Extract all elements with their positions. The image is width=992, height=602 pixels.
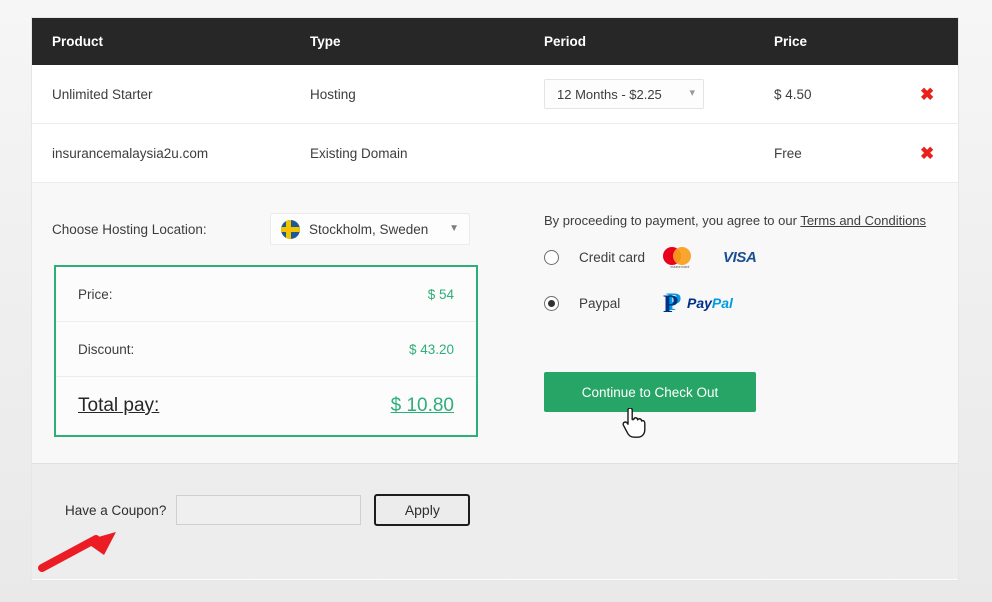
column-header-remove [904, 18, 958, 65]
column-header-type: Type [310, 18, 544, 65]
period-select-value: 12 Months - $2.25 [557, 86, 662, 102]
hosting-location-select[interactable]: Stockholm, Sweden ▼ [270, 213, 470, 245]
terms-and-conditions-link[interactable]: Terms and Conditions [800, 213, 926, 228]
payment-option-label: Credit card [579, 249, 646, 265]
order-summary-panel: Choose Hosting Location: Stockholm, Swed… [32, 183, 532, 437]
cart-table-body: Unlimited Starter Hosting 12 Months - $2… [32, 65, 958, 183]
hosting-location-label: Choose Hosting Location: [52, 221, 207, 237]
paypal-word-pal: Pal [711, 295, 733, 311]
chevron-down-icon: ▾ [689, 86, 695, 99]
cell-product: Unlimited Starter [32, 65, 310, 124]
summary-row-discount: Discount: $ 43.20 [56, 322, 476, 377]
coupon-section: Have a Coupon? Apply [32, 463, 958, 579]
visa-logo: VISA [723, 248, 757, 266]
mastercard-wordmark: mastercard [670, 265, 690, 269]
remove-x-icon[interactable]: ✖ [920, 145, 934, 162]
total-pay-value: $ 10.80 [390, 395, 454, 416]
period-select[interactable]: 12 Months - $2.25 ▾ [544, 79, 704, 109]
price-summary-box: Price: $ 54 Discount: $ 43.20 Total pay:… [54, 265, 478, 437]
table-row: insurancemalaysia2u.com Existing Domain … [32, 123, 958, 183]
cell-price: Free [774, 123, 904, 183]
apply-coupon-button[interactable]: Apply [374, 494, 471, 526]
cell-price: $ 4.50 [774, 65, 904, 124]
cell-type: Existing Domain [310, 123, 544, 183]
cell-remove: ✖ [904, 65, 958, 124]
paypal-logo: P P PayPal [663, 290, 733, 318]
total-pay-label: Total pay: [78, 395, 160, 416]
cell-remove: ✖ [904, 123, 958, 183]
payment-panel: By proceeding to payment, you agree to o… [544, 183, 944, 412]
payment-option-label: Paypal [579, 295, 621, 311]
column-header-period: Period [544, 18, 774, 65]
checkout-middle-section: Choose Hosting Location: Stockholm, Swed… [32, 183, 958, 463]
paypal-p-mark-icon: P P [663, 290, 685, 318]
mastercard-circle-orange [673, 247, 691, 265]
cart-table-head: Product Type Period Price [32, 18, 958, 65]
continue-to-checkout-button[interactable]: Continue to Check Out [544, 372, 756, 412]
payment-option-credit-card[interactable]: Credit card mastercard VISA [544, 240, 944, 274]
hosting-location-value: Stockholm, Sweden [309, 221, 429, 237]
cart-table: Product Type Period Price Unlimited Star… [32, 18, 958, 183]
price-label: Price: [78, 286, 113, 302]
cell-type: Hosting [310, 65, 544, 124]
summary-row-total: Total pay: $ 10.80 [56, 377, 476, 435]
column-header-price: Price [774, 18, 904, 65]
discount-label: Discount: [78, 341, 135, 357]
terms-notice: By proceeding to payment, you agree to o… [544, 183, 944, 228]
paypal-word-pay: Pay [687, 295, 712, 311]
coupon-row: Have a Coupon? Apply [32, 464, 958, 526]
hosting-location-row: Choose Hosting Location: Stockholm, Swed… [32, 183, 532, 245]
price-value: $ 54 [427, 286, 454, 302]
radio-paypal[interactable] [544, 295, 559, 311]
checkout-card: Product Type Period Price Unlimited Star… [32, 18, 958, 580]
remove-x-icon[interactable]: ✖ [920, 86, 934, 103]
sweden-flag-icon [281, 219, 300, 239]
column-header-product: Product [32, 18, 310, 65]
summary-row-price: Price: $ 54 [56, 267, 476, 322]
chevron-down-icon: ▼ [449, 223, 459, 234]
mastercard-logo: mastercard [663, 246, 697, 269]
paypal-p-dark: P [663, 291, 679, 318]
table-header-row: Product Type Period Price [32, 18, 958, 65]
coupon-input[interactable] [176, 495, 362, 525]
paypal-wordmark: PayPal [687, 295, 733, 311]
table-row: Unlimited Starter Hosting 12 Months - $2… [32, 65, 958, 124]
payment-option-paypal[interactable]: Paypal P P PayPal [544, 286, 944, 320]
cell-period: 12 Months - $2.25 ▾ [544, 65, 774, 124]
terms-text: By proceeding to payment, you agree to o… [544, 213, 801, 228]
cell-product: insurancemalaysia2u.com [32, 123, 310, 183]
discount-value: $ 43.20 [408, 341, 454, 357]
coupon-label: Have a Coupon? [65, 502, 167, 518]
radio-credit-card[interactable] [544, 249, 559, 265]
cell-period [544, 123, 774, 183]
